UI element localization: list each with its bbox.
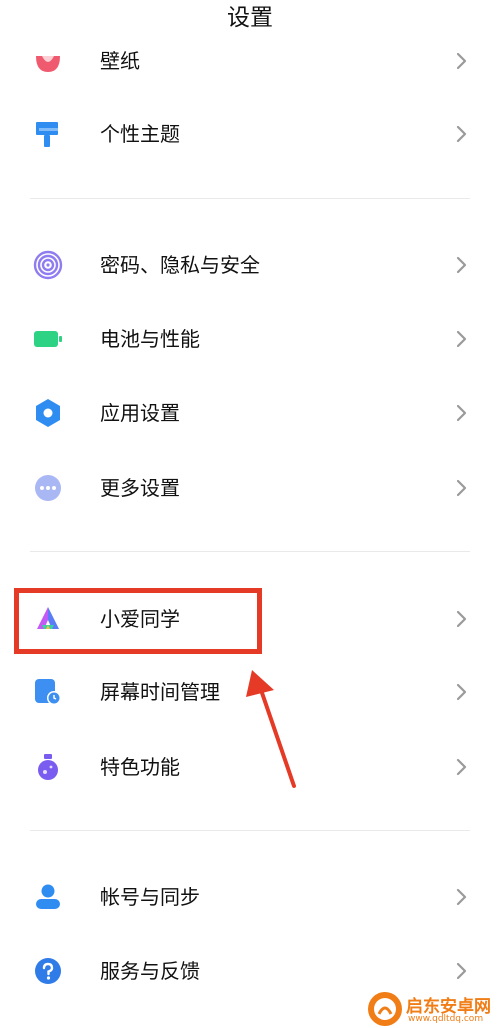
watermark-logo-icon bbox=[368, 992, 402, 1026]
section-divider bbox=[30, 830, 470, 831]
settings-item-label: 壁纸 bbox=[100, 49, 140, 73]
section-divider bbox=[30, 198, 470, 199]
page-title: 设置 bbox=[0, 0, 500, 40]
settings-item-privacy-security[interactable]: 密码、隐私与安全 bbox=[0, 235, 500, 295]
settings-item-app-settings[interactable]: 应用设置 bbox=[0, 383, 500, 443]
settings-item-label: 服务与反馈 bbox=[100, 959, 200, 983]
chevron-right-icon bbox=[456, 404, 467, 422]
settings-item-label: 个性主题 bbox=[100, 122, 180, 146]
settings-item-more-settings[interactable]: 更多设置 bbox=[0, 458, 500, 518]
settings-item-label: 更多设置 bbox=[100, 476, 180, 500]
settings-item-label: 特色功能 bbox=[100, 755, 180, 779]
settings-item-battery[interactable]: 电池与性能 bbox=[0, 309, 500, 369]
help-icon bbox=[33, 956, 63, 986]
chevron-right-icon bbox=[456, 330, 467, 348]
chevron-right-icon bbox=[456, 758, 467, 776]
flask-icon bbox=[33, 752, 63, 782]
settings-item-wallpaper[interactable]: 壁纸 bbox=[0, 31, 500, 91]
chevron-right-icon bbox=[456, 962, 467, 980]
account-icon bbox=[33, 882, 63, 912]
highlight-box bbox=[14, 588, 262, 654]
more-dots-icon bbox=[33, 473, 63, 503]
wallpaper-icon bbox=[33, 46, 63, 76]
chevron-right-icon bbox=[456, 888, 467, 906]
watermark-url: www.qdltdq.com bbox=[408, 1014, 484, 1024]
settings-item-label: 应用设置 bbox=[100, 401, 180, 425]
settings-item-account-sync[interactable]: 帐号与同步 bbox=[0, 867, 500, 927]
watermark: 启东安卓网 www.qdltdq.com bbox=[366, 990, 500, 1028]
settings-item-label: 密码、隐私与安全 bbox=[100, 253, 260, 277]
chevron-right-icon bbox=[456, 256, 467, 274]
chevron-right-icon bbox=[456, 610, 467, 628]
chevron-right-icon bbox=[456, 683, 467, 701]
settings-item-theme[interactable]: 个性主题 bbox=[0, 104, 500, 164]
settings-item-special-features[interactable]: 特色功能 bbox=[0, 737, 500, 797]
battery-icon bbox=[33, 324, 63, 354]
settings-item-label: 屏幕时间管理 bbox=[100, 680, 220, 704]
section-divider bbox=[30, 551, 470, 552]
chevron-right-icon bbox=[456, 125, 467, 143]
fingerprint-icon bbox=[33, 250, 63, 280]
settings-item-label: 电池与性能 bbox=[100, 327, 200, 351]
chevron-right-icon bbox=[456, 479, 467, 497]
settings-item-screen-time[interactable]: 屏幕时间管理 bbox=[0, 662, 500, 722]
settings-item-label: 帐号与同步 bbox=[100, 885, 200, 909]
gear-icon bbox=[33, 398, 63, 428]
screen-time-icon bbox=[33, 677, 63, 707]
theme-brush-icon bbox=[33, 119, 63, 149]
chevron-right-icon bbox=[456, 52, 467, 70]
